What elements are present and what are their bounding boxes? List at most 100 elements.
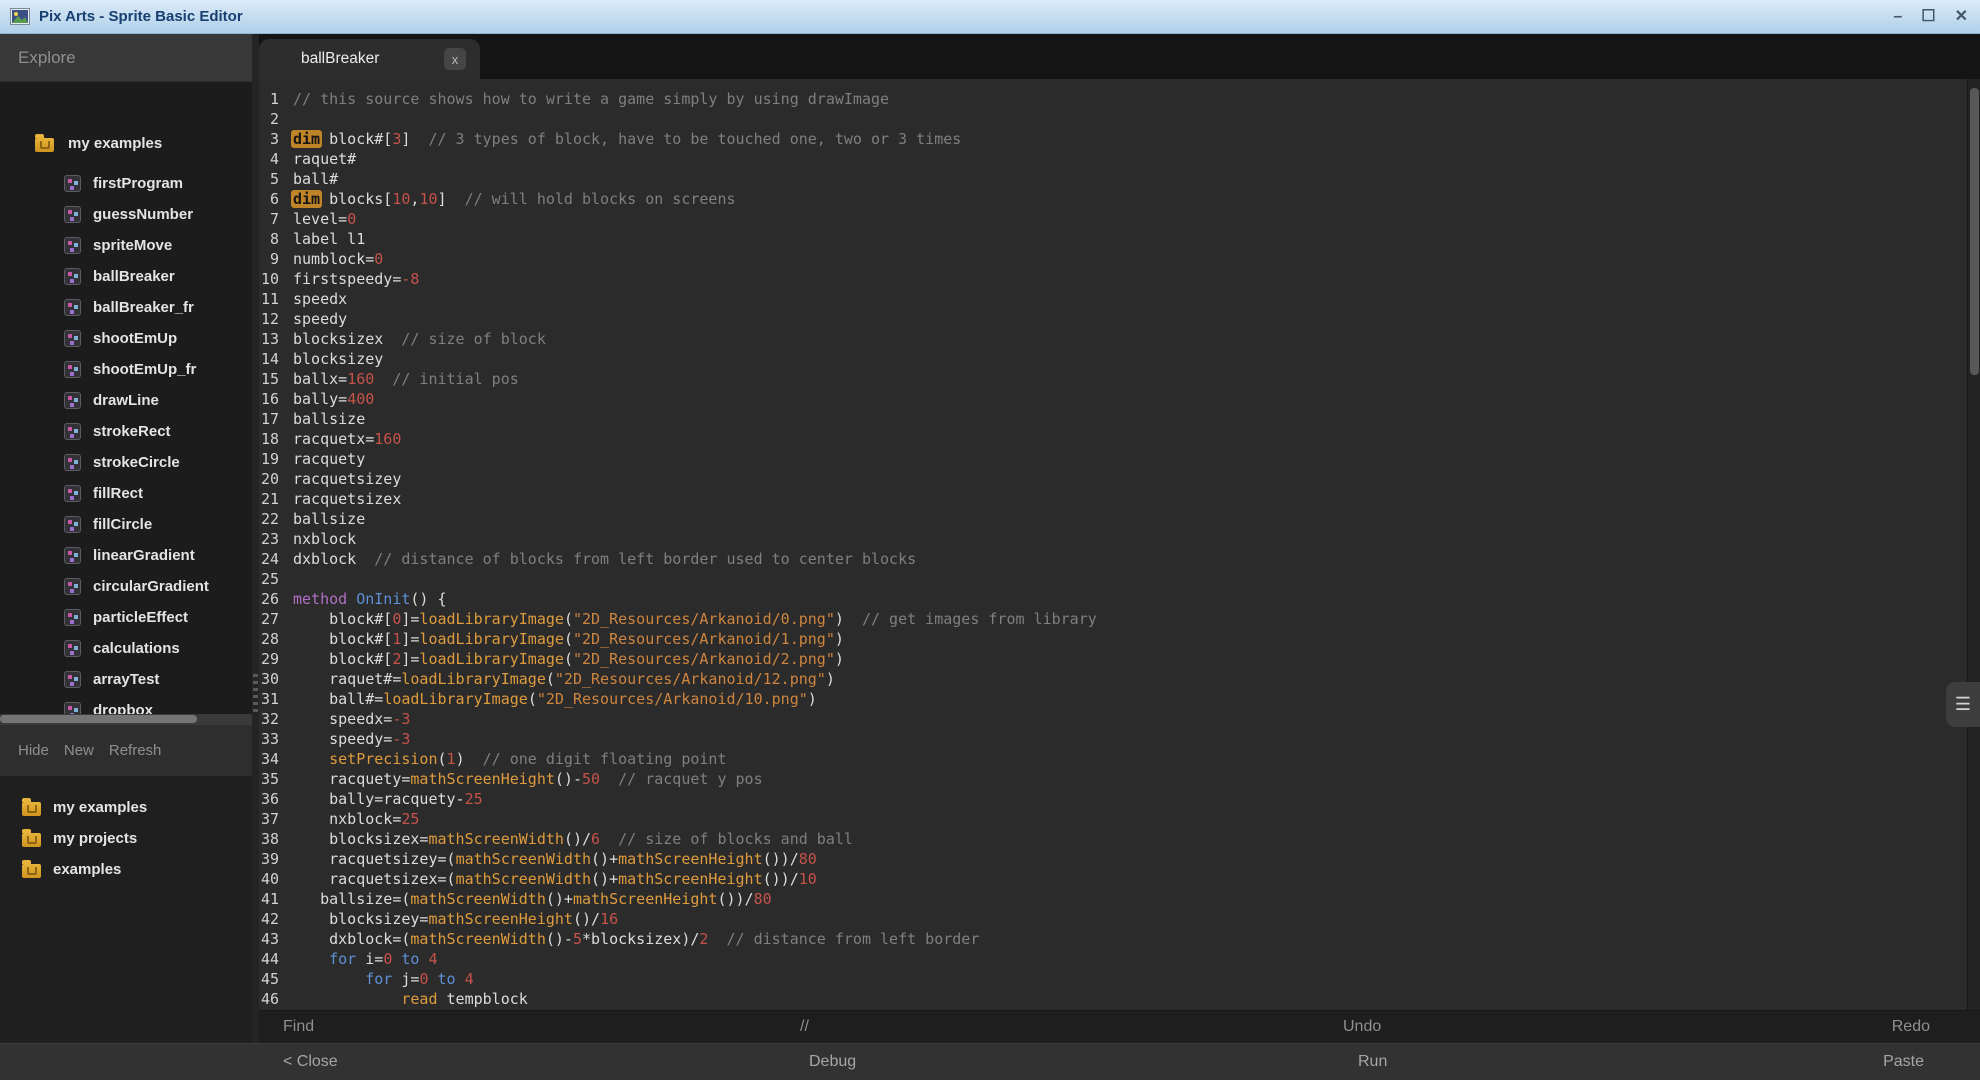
- undo-button[interactable]: Undo: [1343, 1018, 1381, 1036]
- code-line: 5ball#: [259, 169, 1980, 189]
- code-line: 45 for j=0 to 4: [259, 969, 1980, 989]
- sprite-icon: [64, 206, 81, 223]
- tree-item-strokeCircle[interactable]: strokeCircle: [0, 447, 252, 478]
- tree-item-linearGradient[interactable]: linearGradient: [0, 540, 252, 571]
- folder-list: my examplesmy projects examples: [0, 776, 252, 1043]
- sprite-icon: [64, 237, 81, 254]
- tree-item-particleEffect[interactable]: particleEffect: [0, 602, 252, 633]
- line-number: 34: [259, 749, 279, 769]
- code-line: 35 racquety=mathScreenHeight()-50 // rac…: [259, 769, 1980, 789]
- line-number: 31: [259, 689, 279, 709]
- code-line: 17ballsize: [259, 409, 1980, 429]
- tree-item-shootEmUp[interactable]: shootEmUp: [0, 323, 252, 354]
- comment-button[interactable]: //: [800, 1018, 809, 1036]
- line-number: 2: [259, 109, 279, 129]
- tree-item-dropbox[interactable]: dropbox: [0, 695, 252, 714]
- tree-item-guessNumber[interactable]: guessNumber: [0, 199, 252, 230]
- explorer-header-label: Explore: [18, 48, 76, 68]
- sprite-icon: [64, 330, 81, 347]
- run-button[interactable]: Run: [1358, 1053, 1387, 1071]
- folder-label: examples: [53, 861, 121, 878]
- line-number: 44: [259, 949, 279, 969]
- minimize-button[interactable]: –: [1893, 9, 1902, 25]
- tree-item-shootEmUp_fr[interactable]: shootEmUp_fr: [0, 354, 252, 385]
- sprite-icon: [64, 299, 81, 316]
- code-editor[interactable]: 1// this source shows how to write a gam…: [259, 79, 1980, 1010]
- tree-item-label: strokeCircle: [93, 454, 180, 471]
- close-file-button[interactable]: < Close: [283, 1053, 338, 1071]
- debug-button[interactable]: Debug: [809, 1053, 856, 1071]
- editor-scrollbar[interactable]: [1967, 79, 1980, 1010]
- line-number: 11: [259, 289, 279, 309]
- code-line: 36 bally=racquety-25: [259, 789, 1980, 809]
- tree-root-folder[interactable]: my examples: [0, 126, 252, 160]
- code-line: 25: [259, 569, 1980, 589]
- tree-item-label: shootEmUp: [93, 330, 177, 347]
- line-number: 20: [259, 469, 279, 489]
- close-window-button[interactable]: ✕: [1955, 9, 1968, 25]
- refresh-button[interactable]: Refresh: [109, 742, 162, 759]
- tree-item-ballBreaker_fr[interactable]: ballBreaker_fr: [0, 292, 252, 323]
- tree-item-spriteMove[interactable]: spriteMove: [0, 230, 252, 261]
- code-line: 21racquetsizex: [259, 489, 1980, 509]
- tree-root-folder-label: my examples: [68, 135, 162, 152]
- redo-button[interactable]: Redo: [1892, 1018, 1930, 1036]
- line-number: 33: [259, 729, 279, 749]
- tab-ballbreaker[interactable]: ballBreaker x: [259, 39, 480, 79]
- line-number: 45: [259, 969, 279, 989]
- sprite-icon: [64, 485, 81, 502]
- folder-my-projects[interactable]: my projects: [0, 823, 252, 854]
- code-line: 22ballsize: [259, 509, 1980, 529]
- code-line: 37 nxblock=25: [259, 809, 1980, 829]
- tree-item-arrayTest[interactable]: arrayTest: [0, 664, 252, 695]
- tree-item-circularGradient[interactable]: circularGradient: [0, 571, 252, 602]
- tree-item-firstProgram[interactable]: firstProgram: [0, 168, 252, 199]
- line-number: 29: [259, 649, 279, 669]
- sprite-icon: [64, 702, 81, 714]
- find-button[interactable]: Find: [283, 1018, 314, 1036]
- edit-toolbar: Find // Undo Redo: [259, 1010, 1980, 1043]
- tree-item-fillRect[interactable]: fillRect: [0, 478, 252, 509]
- sprite-icon: [64, 609, 81, 626]
- sidebar-splitter[interactable]: [252, 34, 259, 1043]
- scrollbar-thumb[interactable]: [0, 715, 197, 723]
- menu-handle[interactable]: ☰: [1946, 682, 1980, 727]
- code-line: 42 blocksizey=mathScreenHeight()/16: [259, 909, 1980, 929]
- line-number: 17: [259, 409, 279, 429]
- line-number: 30: [259, 669, 279, 689]
- line-number: 6: [259, 189, 279, 209]
- code-line: 33 speedy=-3: [259, 729, 1980, 749]
- tree-item-calculations[interactable]: calculations: [0, 633, 252, 664]
- folder-examples[interactable]: examples: [0, 854, 252, 885]
- maximize-button[interactable]: ☐: [1921, 9, 1935, 25]
- tree-item-strokeRect[interactable]: strokeRect: [0, 416, 252, 447]
- tree-item-drawLine[interactable]: drawLine: [0, 385, 252, 416]
- line-number: 14: [259, 349, 279, 369]
- tree-item-fillCircle[interactable]: fillCircle: [0, 509, 252, 540]
- code-line: 28 block#[1]=loadLibraryImage("2D_Resour…: [259, 629, 1980, 649]
- sprite-icon: [64, 268, 81, 285]
- code-line: 40 racquetsizex=(mathScreenWidth()+mathS…: [259, 869, 1980, 889]
- code-line: 32 speedx=-3: [259, 709, 1980, 729]
- tree-horizontal-scrollbar[interactable]: [0, 714, 252, 724]
- line-number: 24: [259, 549, 279, 569]
- tab-close-icon[interactable]: x: [444, 48, 466, 70]
- tree-item-label: firstProgram: [93, 175, 183, 192]
- line-number: 38: [259, 829, 279, 849]
- code-line: 41 ballsize=(mathScreenWidth()+mathScree…: [259, 889, 1980, 909]
- window-controls: – ☐ ✕: [1893, 9, 1968, 25]
- folder-my-examples[interactable]: my examples: [0, 792, 252, 823]
- hide-button[interactable]: Hide: [18, 742, 49, 759]
- code-line: 19racquety: [259, 449, 1980, 469]
- code-line: 46 read tempblock: [259, 989, 1980, 1009]
- tree-item-ballBreaker[interactable]: ballBreaker: [0, 261, 252, 292]
- code-line: 31 ball#=loadLibraryImage("2D_Resources/…: [259, 689, 1980, 709]
- tree-item-label: arrayTest: [93, 671, 159, 688]
- file-tree: my examples firstProgram guessNumbersprit…: [0, 82, 252, 714]
- code-line: 24dxblock // distance of blocks from lef…: [259, 549, 1980, 569]
- folder-icon: [35, 138, 54, 152]
- line-number: 4: [259, 149, 279, 169]
- paste-button[interactable]: Paste: [1883, 1053, 1924, 1071]
- editor-scrollbar-thumb[interactable]: [1970, 88, 1979, 375]
- new-button[interactable]: New: [64, 742, 94, 759]
